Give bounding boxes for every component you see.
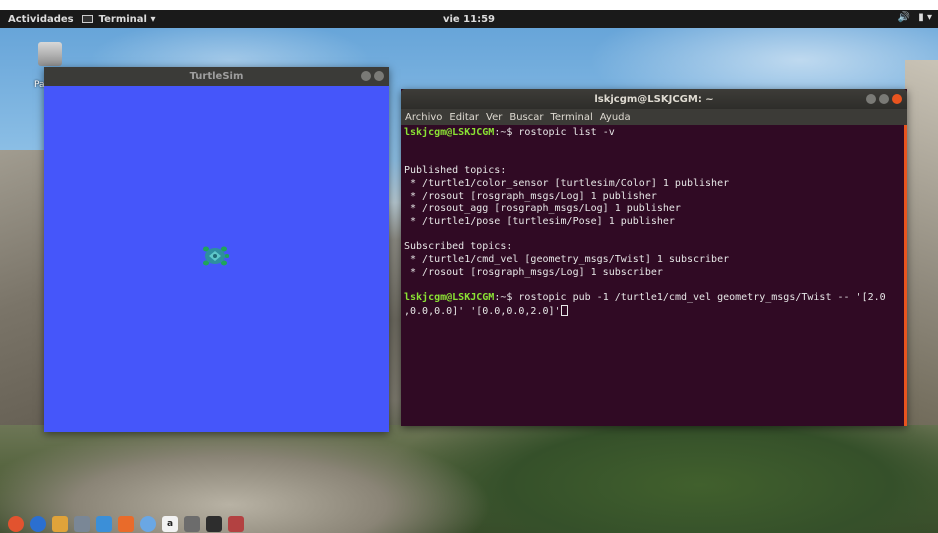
terminal-icon	[81, 15, 93, 23]
command-line-2: lskjcgm@LSKJCGM:~$ rostopic pub -1 /turt…	[404, 292, 904, 305]
terminal-window[interactable]: lskjcgm@LSKJCGM: ~ Archivo Editar Ver Bu…	[401, 89, 907, 426]
prompt: lskjcgm@LSKJCGM	[404, 127, 495, 138]
close-button[interactable]	[892, 94, 902, 104]
turtle-icon	[203, 246, 229, 266]
amazon-icon[interactable]: a	[162, 516, 178, 532]
app-menu-label: Terminal ▾	[98, 13, 156, 25]
turtlesim-title: TurtleSim	[189, 71, 244, 82]
output-line: * /rosout_agg [rosgraph_msgs/Log] 1 publ…	[404, 203, 681, 215]
terminal-menubar: Archivo Editar Ver Buscar Terminal Ayuda	[401, 109, 907, 125]
app-menu[interactable]: Terminal ▾	[81, 13, 156, 25]
firefox-icon[interactable]	[30, 516, 46, 532]
battery-icon: ▮ ▾	[918, 12, 932, 23]
menu-buscar[interactable]: Buscar	[509, 112, 543, 123]
screen-border	[0, 0, 938, 10]
terminal-title: lskjcgm@LSKJCGM: ~	[594, 93, 714, 105]
prompt: lskjcgm@LSKJCGM	[404, 292, 495, 304]
window-controls	[866, 94, 902, 104]
output-line: * /turtle1/pose [turtlesim/Pose] 1 publi…	[404, 215, 675, 227]
top-bar: Actividades Terminal ▾ vie 11:59 🔊 ▮ ▾	[0, 10, 938, 28]
app-icon[interactable]	[228, 516, 244, 532]
ubuntu-icon[interactable]	[8, 516, 24, 532]
menu-archivo[interactable]: Archivo	[405, 112, 442, 123]
menu-ayuda[interactable]: Ayuda	[600, 112, 631, 123]
command-text: rostopic pub -1 /turtle1/cmd_vel geometr…	[518, 292, 886, 304]
terminal-icon[interactable]	[74, 516, 90, 532]
menu-ver[interactable]: Ver	[486, 112, 502, 123]
volume-icon: 🔊	[897, 12, 911, 23]
terminal2-icon[interactable]	[206, 516, 222, 532]
terminal-scrollbar[interactable]	[904, 125, 907, 426]
close-button[interactable]	[374, 71, 384, 81]
terminal-output[interactable]: lskjcgm@LSKJCGM:~$ rostopic list -v Publ…	[401, 125, 907, 321]
published-header: Published topics:	[404, 165, 507, 177]
minimize-button[interactable]	[361, 71, 371, 81]
command-line-2-wrap: ,0.0,0.0]' '[0.0,0.0,2.0]'	[404, 304, 904, 319]
desktop-file-icon[interactable]	[38, 42, 62, 66]
turtlesim-window[interactable]: TurtleSim	[44, 67, 389, 432]
help-icon[interactable]	[140, 516, 156, 532]
turtlesim-titlebar[interactable]: TurtleSim	[44, 67, 389, 86]
menu-terminal[interactable]: Terminal	[550, 112, 592, 123]
command-text: rostopic list -v	[518, 127, 615, 138]
output-line: * /rosout [rosgraph_msgs/Log] 1 publishe…	[404, 190, 657, 202]
software-icon[interactable]	[118, 516, 134, 532]
output-line: * /turtle1/cmd_vel [geometry_msgs/Twist]…	[404, 254, 730, 266]
settings-icon[interactable]	[184, 516, 200, 532]
command-text: ,0.0,0.0]' '[0.0,0.0,2.0]'	[404, 305, 561, 317]
prompt-suffix: :~$	[494, 292, 519, 304]
output-line: * /rosout [rosgraph_msgs/Log] 1 subscrib…	[404, 266, 663, 278]
text-cursor	[560, 304, 568, 316]
activities-button[interactable]: Actividades	[0, 14, 82, 25]
window-controls	[361, 71, 384, 81]
docs-icon[interactable]	[96, 516, 112, 532]
minimize-button[interactable]	[866, 94, 876, 104]
menu-editar[interactable]: Editar	[449, 112, 479, 123]
command-line-1: lskjcgm@LSKJCGM:~$ rostopic list -v	[404, 127, 904, 140]
subscribed-header: Subscribed topics:	[404, 241, 513, 253]
terminal-titlebar[interactable]: lskjcgm@LSKJCGM: ~	[401, 89, 907, 109]
maximize-button[interactable]	[879, 94, 889, 104]
dock: a	[8, 515, 244, 533]
prompt-suffix: :~$	[494, 127, 519, 138]
files-icon[interactable]	[52, 516, 68, 532]
system-tray[interactable]: 🔊 ▮ ▾	[898, 12, 932, 23]
desktop-file-label: Pa	[34, 80, 45, 90]
output-line: * /turtle1/color_sensor [turtlesim/Color…	[404, 177, 730, 189]
